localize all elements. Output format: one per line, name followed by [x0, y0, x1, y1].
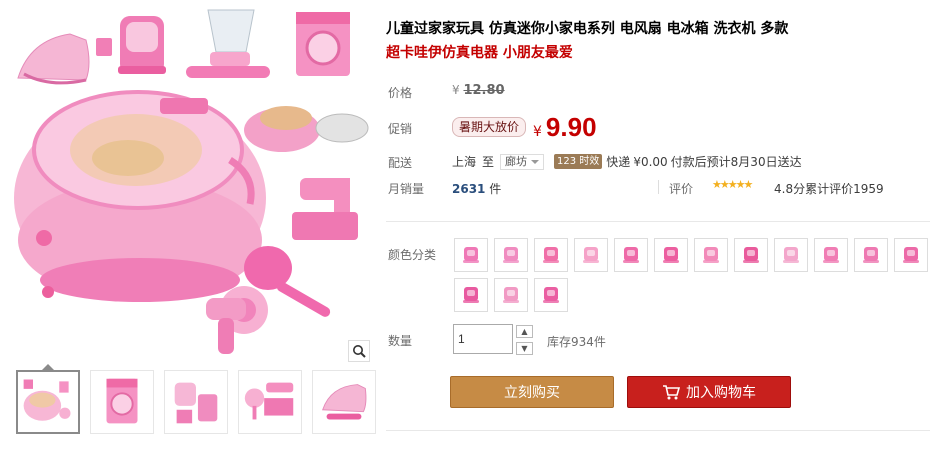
divider — [658, 180, 659, 194]
toy-pot-image — [244, 106, 369, 152]
review-summary-link[interactable]: 4.8分累计评价1959 — [774, 180, 884, 197]
color-option-15[interactable] — [534, 278, 568, 312]
product-gallery — [10, 0, 376, 454]
toy-sewing-machine-image — [292, 178, 358, 240]
monthly-sales-unit: 件 — [489, 182, 502, 196]
iron-icon — [783, 247, 799, 263]
kettle-icon — [743, 247, 759, 263]
promo-tag: 暑期大放价 — [452, 117, 527, 137]
delivery-time-badge: 123 时效 — [554, 154, 603, 169]
quantity-input[interactable] — [453, 324, 513, 354]
color-options — [454, 238, 928, 312]
buy-now-button[interactable]: 立刻购买 — [450, 376, 614, 408]
mixer-icon — [503, 247, 519, 263]
thumbnail-3[interactable] — [164, 370, 228, 434]
toy-cup-image — [96, 38, 112, 56]
microwave-icon — [543, 247, 559, 263]
product-title: 儿童过家家玩具 仿真迷你小家电系列 电风扇 电冰箱 洗衣机 多款 — [386, 21, 789, 37]
add-to-cart-label: 加入购物车 — [686, 385, 756, 401]
color-option-11[interactable] — [854, 238, 888, 272]
color-option-2[interactable] — [494, 238, 528, 272]
color-option-7[interactable] — [694, 238, 728, 272]
product-subtitle: 超卡哇伊仿真电器 小朋友最爱 — [386, 45, 573, 61]
promo-price-value: 9.90 — [545, 112, 597, 142]
chevron-down-icon: ▼ — [521, 344, 528, 353]
add-to-cart-button[interactable]: 加入购物车 — [627, 376, 791, 408]
magnifier-icon — [353, 345, 366, 358]
shipping-to-word: 至 — [482, 155, 495, 169]
toy-blender-image — [186, 9, 270, 78]
quantity-decrease-button[interactable]: ▼ — [516, 342, 533, 355]
hair-dryer-icon — [463, 287, 479, 303]
color-option-9[interactable] — [774, 238, 808, 272]
chevron-up-icon: ▲ — [521, 327, 528, 336]
color-option-1[interactable] — [454, 238, 488, 272]
toaster-icon — [583, 247, 599, 263]
rating-stars-icon: ★★★★★ — [712, 178, 753, 191]
promo-price: ¥9.90 — [533, 112, 597, 143]
shipping-info: 上海 至 廊坊 123 时效 快递 ¥0.00 付款后预计8月30日送达 — [452, 153, 802, 170]
delivery-estimate: 付款后预计8月30日送达 — [670, 155, 802, 169]
monthly-sales-label: 月销量 — [388, 182, 425, 196]
review-label: 评价 — [669, 182, 694, 196]
shipping-label: 配送 — [388, 156, 413, 170]
buy-now-label: 立刻购买 — [504, 385, 560, 401]
thumbnail-2[interactable] — [90, 370, 154, 434]
shipping-fee: ¥0.00 — [633, 154, 668, 169]
scale-icon — [463, 247, 479, 263]
destination-select[interactable]: 廊坊 — [500, 153, 545, 170]
original-price-currency: ¥ — [452, 83, 460, 97]
washer-icon — [823, 247, 839, 263]
thumbnail-5[interactable] — [312, 370, 376, 434]
coffee-machine-icon — [623, 247, 639, 263]
price-label: 价格 — [388, 86, 413, 100]
promo-price-currency: ¥ — [533, 124, 542, 140]
original-price: ¥ 12.80 — [452, 83, 505, 98]
toy-water-dispenser-image — [118, 16, 166, 74]
cart-icon — [663, 385, 680, 400]
desk-fan-icon — [903, 247, 919, 263]
color-option-14[interactable] — [494, 278, 528, 312]
vacuum-icon — [543, 287, 559, 303]
shipping-from: 上海 — [452, 155, 477, 169]
thumbnail-1[interactable] — [16, 364, 80, 434]
hair-dryer-icon — [703, 247, 719, 263]
original-price-value: 12.80 — [463, 83, 505, 98]
color-option-10[interactable] — [814, 238, 848, 272]
toy-washer-image — [296, 12, 350, 76]
toy-iron-image — [17, 33, 90, 85]
thumbnail-4[interactable] — [238, 370, 302, 434]
toy-hair-dryer-image — [206, 286, 268, 354]
color-option-12[interactable] — [894, 238, 928, 272]
color-label: 颜色分类 — [388, 248, 437, 262]
product-main-image[interactable] — [10, 0, 370, 362]
promo-label: 促销 — [388, 122, 413, 136]
sewing-machine-icon — [663, 247, 679, 263]
fan-icon — [863, 247, 879, 263]
thumbnail-list — [16, 364, 376, 434]
color-option-3[interactable] — [534, 238, 568, 272]
color-option-5[interactable] — [614, 238, 648, 272]
monthly-sales-count: 2631 — [452, 182, 486, 196]
monthly-sales: 2631 件 — [452, 180, 501, 197]
zoom-button[interactable] — [348, 340, 370, 362]
color-option-6[interactable] — [654, 238, 688, 272]
stock-count: 库存934件 — [547, 335, 606, 349]
toy-rice-cooker-image — [14, 90, 266, 302]
blender-icon — [503, 287, 519, 303]
color-option-4[interactable] — [574, 238, 608, 272]
quantity-label: 数量 — [388, 334, 413, 348]
color-option-13[interactable] — [454, 278, 488, 312]
quantity-increase-button[interactable]: ▲ — [516, 325, 533, 338]
divider — [386, 430, 930, 431]
shipping-method: 快递 — [606, 155, 631, 169]
color-option-8[interactable] — [734, 238, 768, 272]
price-panel: 价格 ¥ 12.80 促销 暑期大放价 ¥9.90 配送 上海 至 廊坊 123… — [386, 70, 930, 222]
